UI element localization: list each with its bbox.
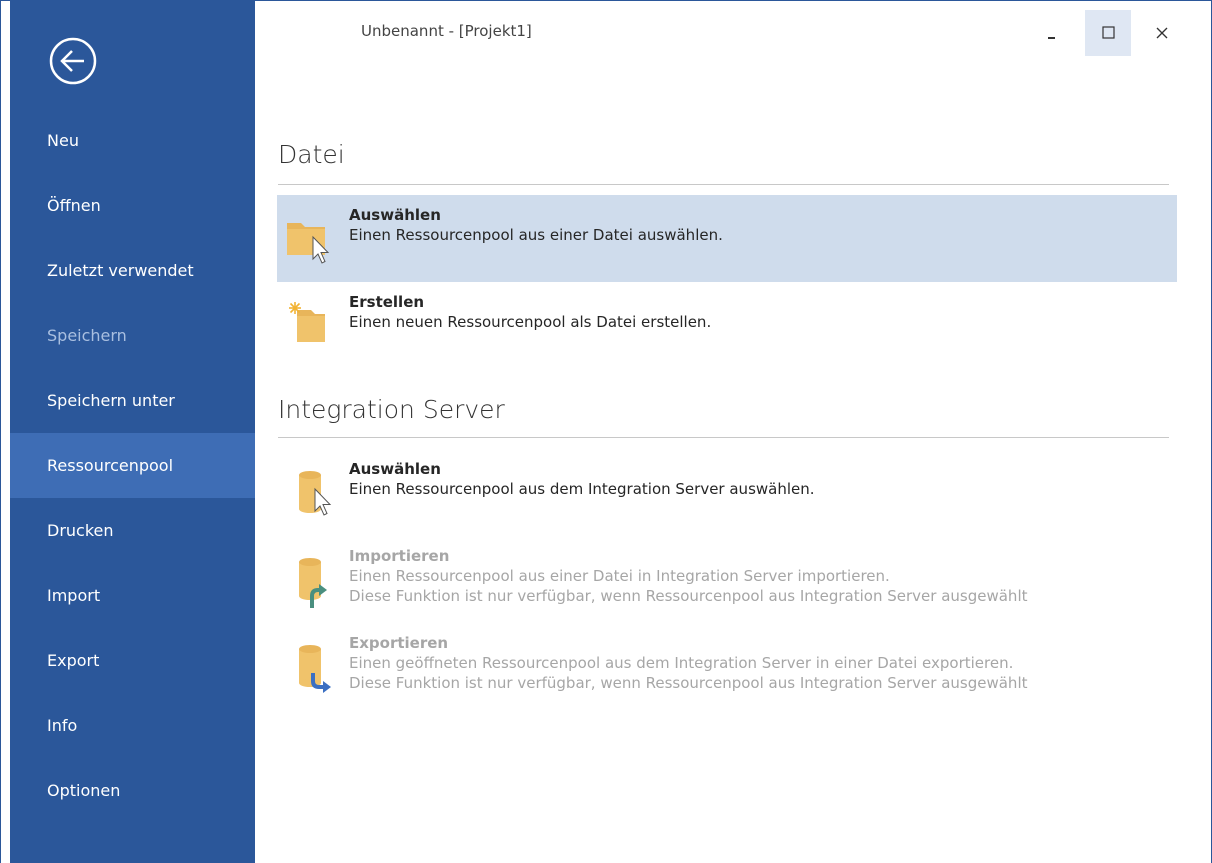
section-title-integration-server: Integration Server — [278, 395, 505, 424]
back-arrow-icon — [49, 37, 97, 85]
section-divider — [278, 437, 1169, 438]
section-title-datei: Datei — [278, 140, 345, 169]
close-icon — [1156, 27, 1168, 39]
action-description: Einen Ressourcenpool aus einer Datei in … — [349, 567, 890, 585]
action-heading: Exportieren — [349, 634, 449, 652]
section-divider — [278, 184, 1169, 185]
action-server-exportieren: Exportieren Einen geöffneten Ressourcenp… — [277, 623, 1177, 710]
back-button[interactable] — [48, 36, 98, 86]
sidebar-item-speichern-unter[interactable]: Speichern unter — [10, 368, 255, 433]
action-heading: Importieren — [349, 547, 450, 565]
sidebar-item-speichern: Speichern — [47, 326, 127, 345]
folder-select-icon — [283, 211, 339, 267]
action-heading: Auswählen — [349, 206, 441, 224]
minimize-icon — [1048, 37, 1055, 39]
action-datei-erstellen[interactable]: Erstellen Einen neuen Ressourcenpool als… — [277, 282, 1177, 369]
action-text: Erstellen Einen neuen Ressourcenpool als… — [349, 292, 711, 332]
action-heading: Erstellen — [349, 293, 425, 311]
action-text: Auswählen Einen Ressourcenpool aus dem I… — [349, 459, 815, 499]
sidebar-item-oeffnen[interactable]: Öffnen — [10, 173, 255, 238]
action-text: Auswählen Einen Ressourcenpool aus einer… — [349, 205, 723, 245]
sidebar-item-info[interactable]: Info — [10, 693, 255, 758]
sidebar-item-drucken[interactable]: Drucken — [10, 498, 255, 563]
action-server-importieren: Importieren Einen Ressourcenpool aus ein… — [277, 536, 1177, 623]
database-import-icon — [283, 552, 339, 608]
database-select-icon — [283, 465, 339, 521]
sidebar-item-neu[interactable]: Neu — [10, 108, 255, 173]
sidebar-nav: Neu Öffnen Zuletzt verwendet Speichern S… — [10, 108, 255, 823]
action-description: Einen neuen Ressourcenpool als Datei ers… — [349, 313, 712, 331]
minimize-button[interactable] — [1035, 10, 1081, 56]
action-description: Einen Ressourcenpool aus dem Integration… — [349, 480, 815, 498]
sidebar-item-optionen[interactable]: Optionen — [10, 758, 255, 823]
action-text: Exportieren Einen geöffneten Ressourcenp… — [349, 633, 1028, 693]
action-availability-note: Diese Funktion ist nur verfügbar, wenn R… — [349, 587, 1028, 605]
action-text: Importieren Einen Ressourcenpool aus ein… — [349, 546, 1028, 606]
action-availability-note: Diese Funktion ist nur verfügbar, wenn R… — [349, 674, 1028, 692]
maximize-button[interactable] — [1085, 10, 1131, 56]
close-button[interactable] — [1145, 10, 1191, 56]
action-datei-auswaehlen[interactable]: Auswählen Einen Ressourcenpool aus einer… — [277, 195, 1177, 282]
folder-new-icon — [283, 298, 339, 354]
sidebar-item-zuletzt-verwendet[interactable]: Zuletzt verwendet — [10, 238, 255, 303]
sidebar-item-import[interactable]: Import — [10, 563, 255, 628]
action-heading: Auswählen — [349, 460, 441, 478]
action-server-auswaehlen[interactable]: Auswählen Einen Ressourcenpool aus dem I… — [277, 449, 1177, 536]
sidebar-item-ressourcenpool[interactable]: Ressourcenpool — [10, 433, 255, 498]
database-export-icon — [283, 639, 339, 695]
window-title: Unbenannt - [Projekt1] — [361, 22, 532, 40]
action-description: Einen Ressourcenpool aus einer Datei aus… — [349, 226, 723, 244]
sidebar-item-export[interactable]: Export — [10, 628, 255, 693]
backstage-sidebar: Neu Öffnen Zuletzt verwendet Speichern S… — [10, 0, 255, 863]
maximize-icon — [1102, 26, 1115, 39]
action-description: Einen geöffneten Ressourcenpool aus dem … — [349, 654, 1014, 672]
